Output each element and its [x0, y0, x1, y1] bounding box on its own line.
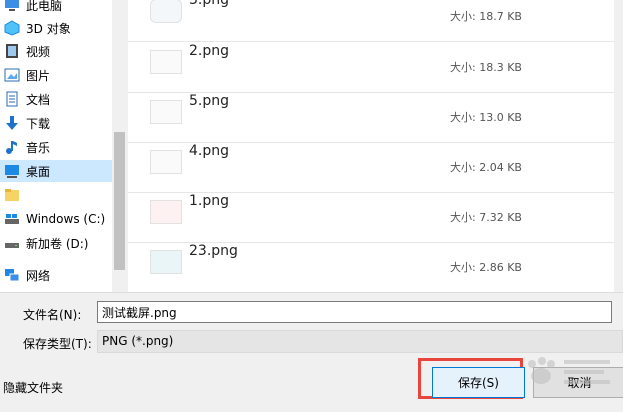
nav-label: 视频 [26, 44, 51, 59]
file-name: 1.png [189, 193, 230, 209]
nav-item-desktop[interactable]: 桌面 [0, 160, 112, 182]
video-icon [4, 43, 20, 59]
file-name: 2.png [189, 43, 230, 59]
3d-objects-icon [4, 20, 20, 36]
file-item[interactable]: 2.png 大小: 18.3 KB [128, 42, 614, 93]
file-thumbnail [150, 200, 182, 224]
file-item[interactable]: 3.png 大小: 18.7 KB [128, 0, 614, 42]
file-thumbnail [150, 0, 182, 23]
filename-label: 文件名(N): [23, 308, 82, 322]
nav-item-video[interactable]: 视频 [0, 40, 112, 62]
file-name: 4.png [189, 143, 230, 159]
nav-label: 此电脑 [26, 0, 63, 13]
nav-label: 图片 [26, 68, 51, 83]
hide-folders-toggle[interactable]: 隐藏文件夹 [3, 379, 63, 396]
pictures-icon [4, 67, 20, 83]
file-item[interactable]: 1.png 大小: 7.32 KB [128, 192, 614, 243]
nav-item-documents[interactable]: 文档 [0, 88, 112, 110]
nav-item-drive-d[interactable]: 新加卷 (D:) [0, 232, 112, 254]
file-size: 大小: 2.86 KB [450, 261, 522, 274]
drive-icon [4, 235, 20, 251]
file-thumbnail [150, 50, 182, 74]
divider [0, 292, 623, 293]
filetype-select[interactable]: PNG (*.png) [97, 330, 623, 353]
baidu-watermark-logo [518, 352, 618, 392]
nav-label: 网络 [26, 268, 51, 283]
nav-item-drive-c[interactable]: Windows (C:) [0, 208, 112, 230]
nav-scrollbar-thumb[interactable] [114, 132, 125, 270]
desktop-icon [4, 163, 20, 179]
file-size: 大小: 18.7 KB [450, 10, 522, 23]
file-item[interactable]: 5.png 大小: 13.0 KB [128, 92, 614, 143]
file-name: 23.png [189, 243, 238, 259]
file-size: 大小: 2.04 KB [450, 161, 522, 174]
nav-label: 文档 [26, 92, 51, 107]
nav-label: 下载 [26, 116, 51, 131]
nav-item-music[interactable]: 音乐 [0, 136, 112, 158]
nav-label: 音乐 [26, 140, 51, 155]
nav-label: 桌面 [26, 164, 51, 179]
filename-input[interactable] [97, 301, 612, 323]
file-thumbnail [150, 100, 182, 124]
file-thumbnail [150, 250, 182, 274]
navigation-pane[interactable]: 此电脑 3D 对象 视频 图片 文档 下载 音乐 桌面 Windows (C:)… [0, 0, 127, 292]
file-thumbnail [150, 150, 182, 174]
documents-icon [4, 91, 20, 107]
download-icon [4, 115, 20, 131]
file-list-scrollbar[interactable] [614, 0, 623, 292]
network-icon [4, 267, 20, 283]
file-size: 大小: 7.32 KB [450, 211, 522, 224]
file-size: 大小: 13.0 KB [450, 111, 522, 124]
file-size: 大小: 18.3 KB [450, 61, 522, 74]
computer-icon [4, 0, 20, 13]
nav-item-3d-objects[interactable]: 3D 对象 [0, 17, 112, 39]
file-item[interactable]: 23.png 大小: 2.86 KB [128, 242, 614, 292]
nav-item-this-pc[interactable]: 此电脑 [0, 0, 112, 16]
file-list[interactable]: 3.png 大小: 18.7 KB 2.png 大小: 18.3 KB 5.pn… [128, 0, 614, 292]
nav-label: 新加卷 (D:) [26, 236, 89, 251]
file-name: 5.png [189, 93, 230, 109]
file-name: 3.png [189, 0, 230, 8]
nav-item-folder[interactable] [0, 184, 112, 206]
nav-item-pictures[interactable]: 图片 [0, 64, 112, 86]
folder-icon [4, 187, 20, 203]
file-item[interactable]: 4.png 大小: 2.04 KB [128, 142, 614, 193]
drive-icon [4, 211, 20, 227]
music-icon [4, 139, 20, 155]
nav-label: 3D 对象 [26, 21, 71, 36]
nav-item-network[interactable]: 网络 [0, 264, 112, 286]
save-button[interactable]: 保存(S) [432, 367, 525, 398]
nav-scrollbar[interactable] [112, 0, 127, 292]
filetype-label: 保存类型(T): [23, 337, 92, 351]
nav-label: Windows (C:) [26, 212, 106, 226]
nav-item-downloads[interactable]: 下载 [0, 112, 112, 134]
